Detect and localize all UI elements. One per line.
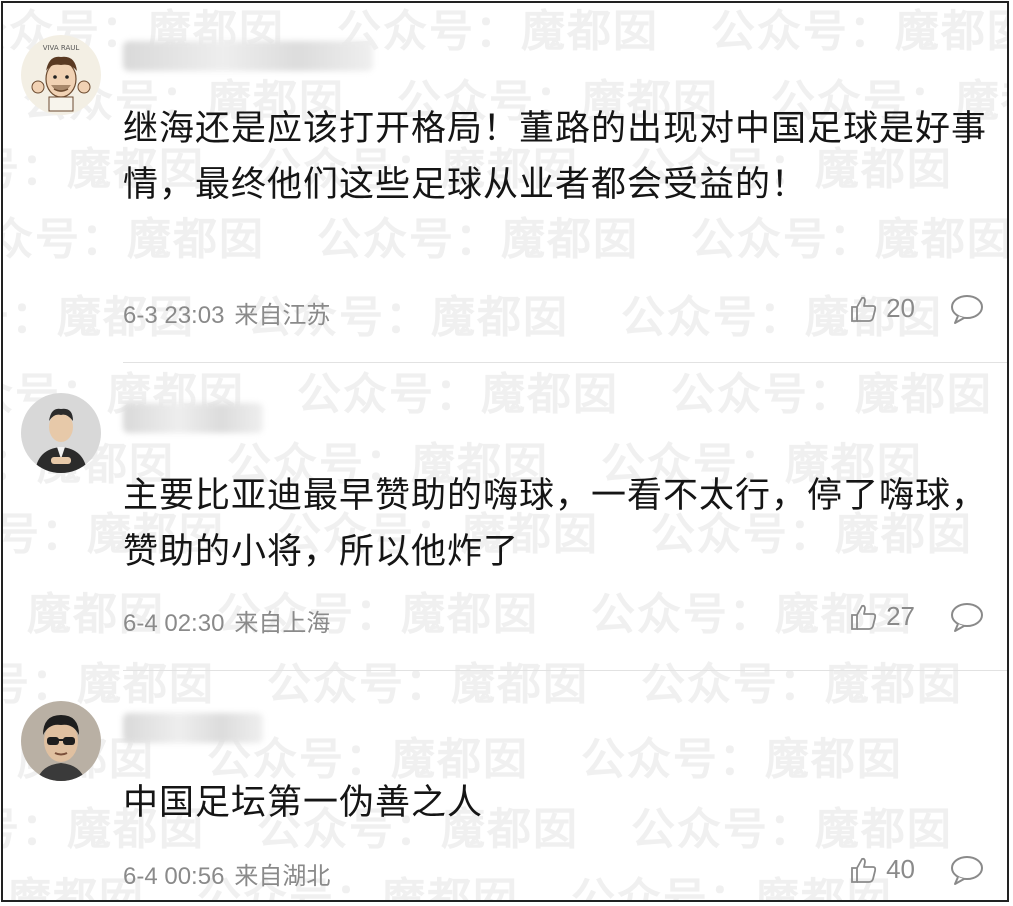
avatar[interactable]: VIVA RAUL (21, 35, 101, 115)
comment-time: 6-4 00:56 (123, 863, 225, 890)
comment-meta: 6-3 23:03 来自江苏 (123, 295, 330, 330)
comment-item: 主要比亚迪最早赞助的嗨球，一看不太行，停了嗨球，赞助的小将，所以他炸了 6-4 … (3, 363, 1007, 669)
comment-list: 公众号：魔都囡 公众号：魔都囡 公众号：魔都囡 公众号：魔都囡 公众号：魔都囡 … (1, 1, 1009, 902)
avatar-cartoon-icon: VIVA RAUL (21, 35, 101, 115)
like-button[interactable]: 20 (848, 293, 915, 324)
comment-meta: 6-4 02:30 来自上海 (123, 603, 330, 638)
avatar-photo-icon (21, 701, 101, 781)
comment-time: 6-3 23:03 (123, 302, 225, 329)
comment-item: VIVA RAUL 继海还是应该打开格局！董路的出现对中国足球是好事情，最终他们… (3, 3, 1007, 363)
comment-time: 6-4 02:30 (123, 610, 225, 637)
like-count: 40 (886, 854, 915, 884)
like-count: 20 (886, 293, 915, 323)
like-button[interactable]: 27 (848, 601, 915, 632)
like-button[interactable]: 40 (848, 854, 915, 885)
comment-location: 来自江苏 (234, 302, 331, 329)
speech-bubble-icon (951, 856, 983, 885)
comment-location: 来自湖北 (234, 863, 331, 890)
comment-text: 主要比亚迪最早赞助的嗨球，一看不太行，停了嗨球，赞助的小将，所以他炸了 (123, 476, 988, 572)
like-count: 27 (886, 601, 915, 631)
avatar-caption: VIVA RAUL (43, 44, 80, 52)
avatar-photo-icon (21, 393, 101, 473)
comment-location: 来自上海 (234, 610, 331, 637)
avatar[interactable] (21, 701, 101, 781)
comment-item: 中国足坛第一伪善之人 6-4 00:56 来自湖北 40 (3, 671, 1007, 900)
speech-bubble-icon (951, 603, 983, 632)
avatar[interactable] (21, 393, 101, 473)
thumbs-up-icon (851, 604, 877, 630)
thumbs-up-icon (851, 857, 877, 883)
comment-text: 中国足坛第一伪善之人 (123, 783, 484, 823)
comment-meta: 6-4 00:56 来自湖北 (123, 856, 330, 891)
reply-button[interactable] (949, 293, 985, 325)
reply-button[interactable] (949, 601, 985, 633)
reply-button[interactable] (949, 854, 985, 886)
username-blurred[interactable] (123, 41, 373, 71)
username-blurred[interactable] (123, 403, 263, 433)
thumbs-up-icon (851, 296, 877, 322)
username-blurred[interactable] (123, 713, 263, 743)
speech-bubble-icon (951, 295, 983, 324)
comment-text: 继海还是应该打开格局！董路的出现对中国足球是好事情，最终他们这些足球从业者都会受… (123, 109, 988, 205)
